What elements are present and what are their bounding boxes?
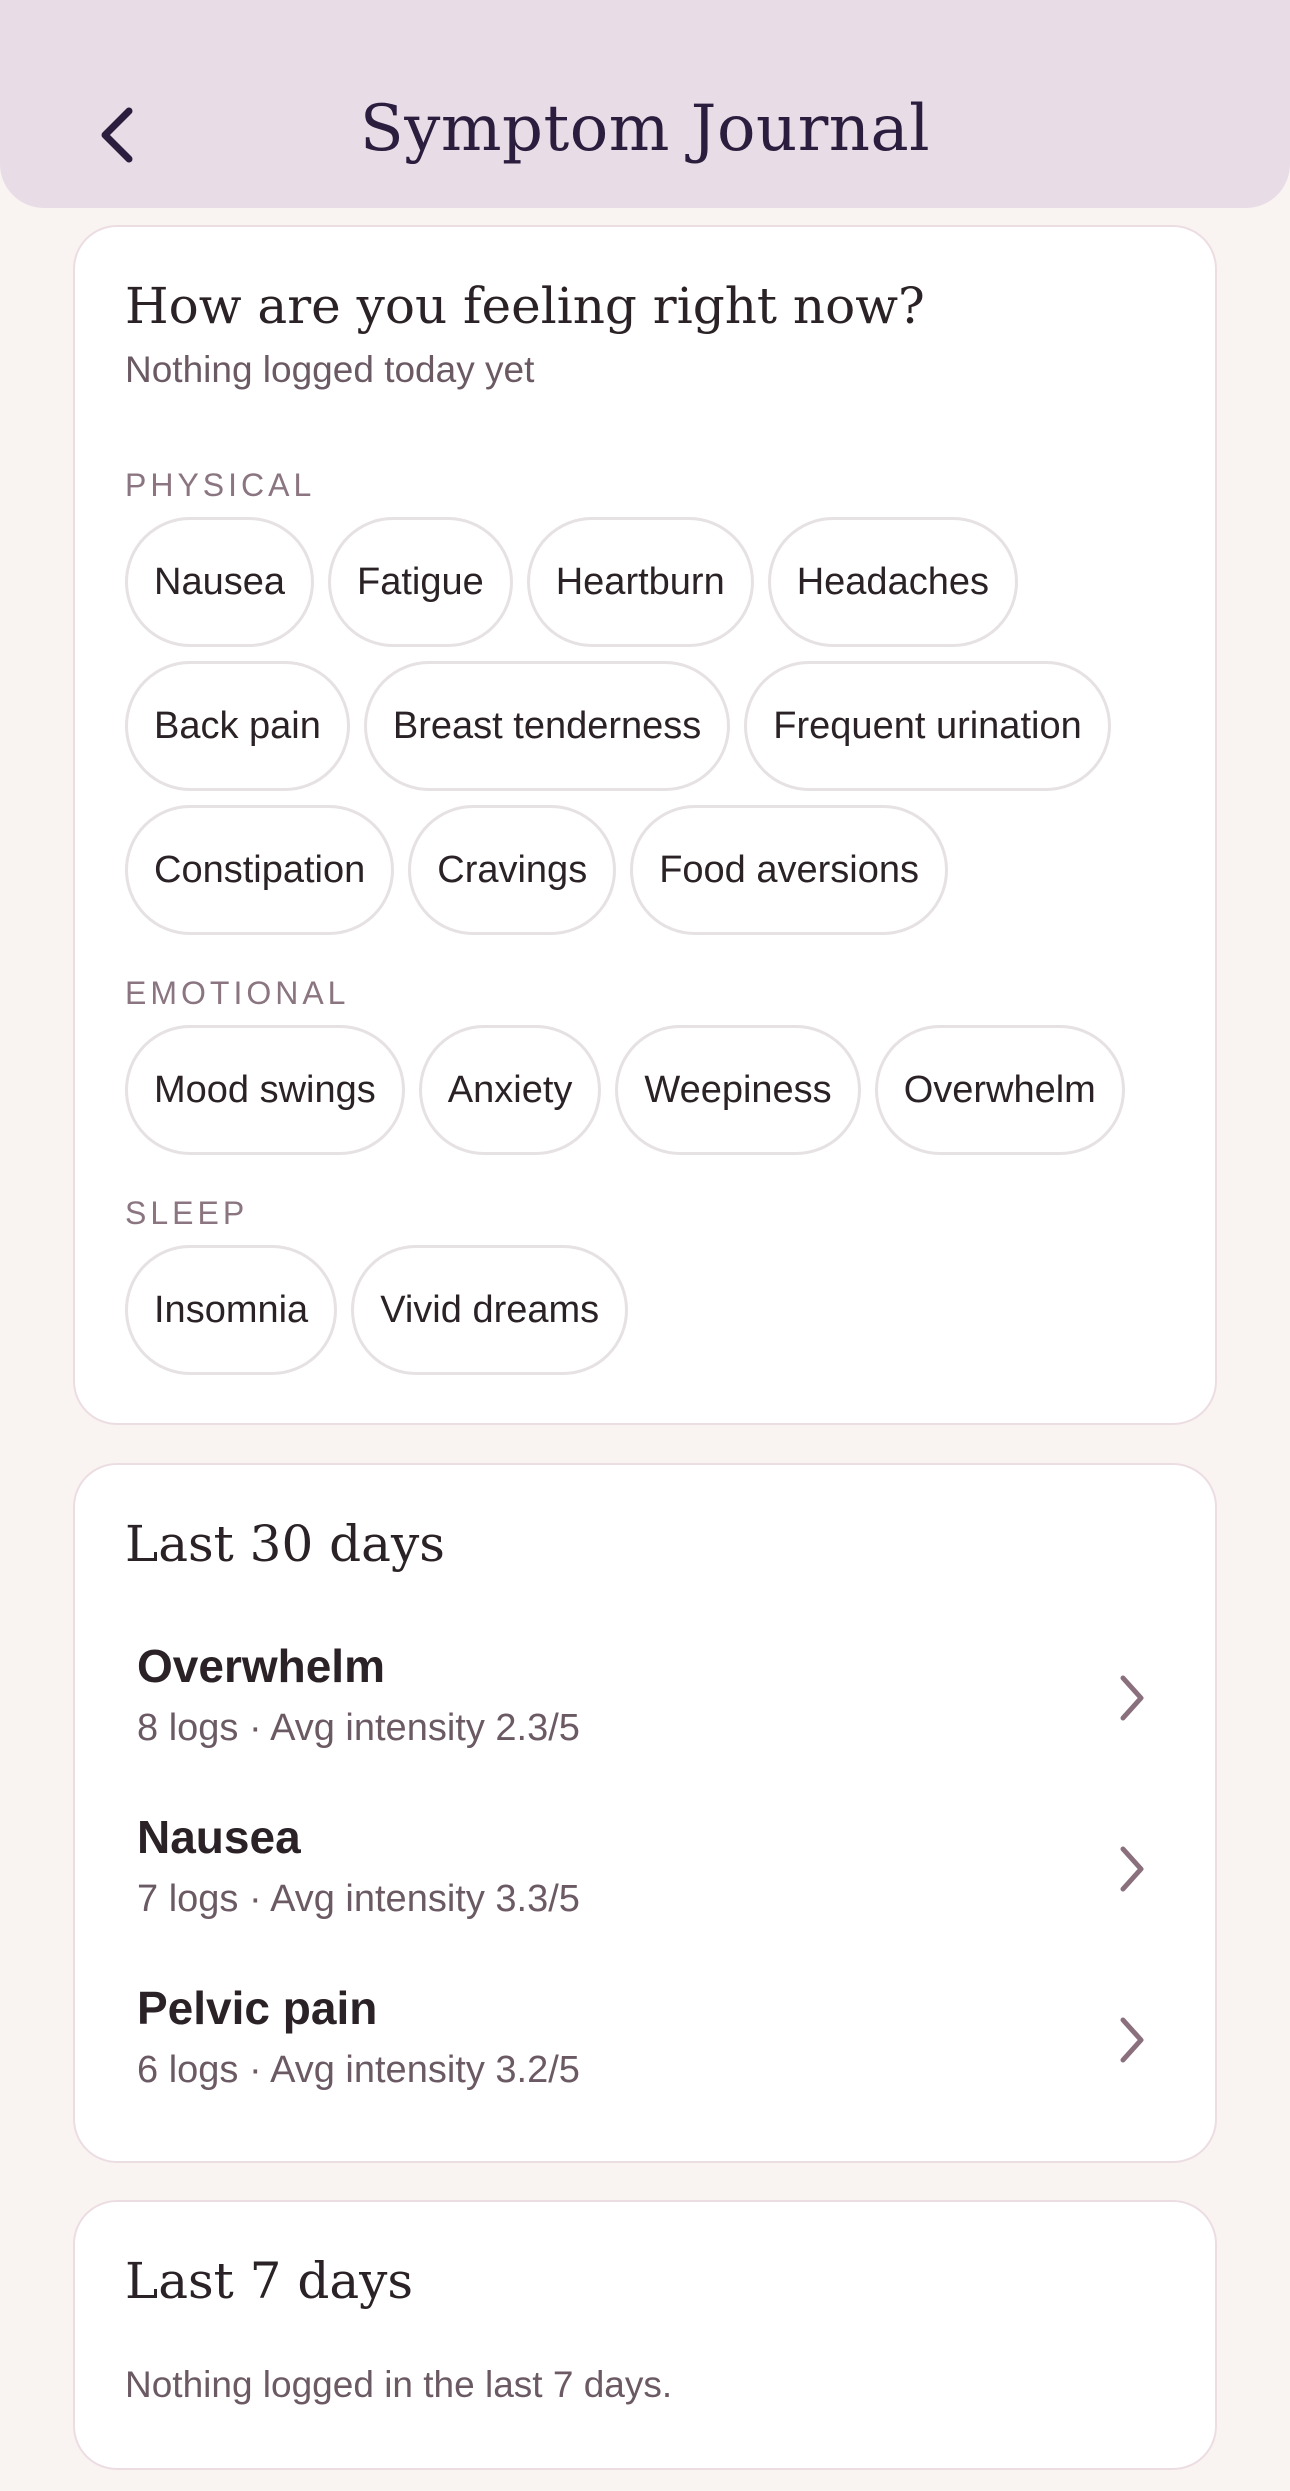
last-30-days-card: Last 30 days Overwhelm 8 logs · Avg inte…	[73, 1463, 1217, 2163]
section-label-sleep: SLEEP	[125, 1195, 249, 1231]
symptom-chip[interactable]: Frequent urination	[744, 661, 1111, 791]
symptom-chip[interactable]: Overwhelm	[874, 1025, 1125, 1155]
symptom-chip[interactable]: Nausea	[125, 517, 314, 647]
symptom-name: Pelvic pain	[137, 1982, 378, 2034]
symptom-chip[interactable]: Anxiety	[418, 1025, 602, 1155]
symptom-chip[interactable]: Cravings	[408, 805, 617, 935]
chip-row: Mood swings Anxiety Weepiness Overwhelm	[125, 1025, 1125, 1155]
chevron-right-icon	[1107, 1834, 1157, 1904]
last-30-days-title: Last 30 days	[125, 1515, 445, 1573]
chip-row: Insomnia Vivid dreams	[125, 1245, 629, 1375]
symptom-stats: 8 logs · Avg intensity 2.3/5	[137, 1707, 580, 1749]
symptom-chip[interactable]: Heartburn	[526, 517, 754, 647]
last-7-days-card: Last 7 days Nothing logged in the last 7…	[73, 2200, 1217, 2470]
chip-row: Nausea Fatigue Heartburn Headaches	[125, 517, 1018, 647]
page-title: Symptom Journal	[359, 92, 931, 166]
section-label-physical: PHYSICAL	[125, 467, 316, 503]
symptom-chip[interactable]: Vivid dreams	[351, 1245, 629, 1375]
section-label-emotional: EMOTIONAL	[125, 975, 350, 1011]
symptom-chip[interactable]: Mood swings	[125, 1025, 405, 1155]
symptom-summary-row[interactable]: Pelvic pain 6 logs · Avg intensity 3.2/5	[137, 1967, 1157, 2127]
symptom-name: Nausea	[137, 1811, 301, 1863]
symptom-chip[interactable]: Food aversions	[630, 805, 949, 935]
symptom-stats: 6 logs · Avg intensity 3.2/5	[137, 2049, 580, 2091]
symptom-summary-row[interactable]: Overwhelm 8 logs · Avg intensity 2.3/5	[137, 1625, 1157, 1785]
symptom-chip[interactable]: Weepiness	[615, 1025, 861, 1155]
last-7-days-empty-text: Nothing logged in the last 7 days.	[125, 2364, 673, 2405]
symptom-name: Overwhelm	[137, 1640, 385, 1692]
feeling-card-title: How are you feeling right now?	[125, 277, 925, 335]
symptom-chip[interactable]: Constipation	[125, 805, 395, 935]
symptom-summary-row[interactable]: Nausea 7 logs · Avg intensity 3.3/5	[137, 1796, 1157, 1956]
symptom-chip[interactable]: Fatigue	[327, 517, 513, 647]
feeling-card-subtitle: Nothing logged today yet	[125, 349, 535, 390]
symptom-chip[interactable]: Insomnia	[125, 1245, 338, 1375]
app-header: Symptom Journal	[0, 0, 1290, 208]
last-7-days-title: Last 7 days	[125, 2252, 414, 2310]
symptom-stats: 7 logs · Avg intensity 3.3/5	[137, 1878, 580, 1920]
chevron-right-icon	[1107, 2005, 1157, 2075]
symptom-chip[interactable]: Breast tenderness	[363, 661, 731, 791]
feeling-card: How are you feeling right now? Nothing l…	[73, 225, 1217, 1425]
symptom-chip[interactable]: Back pain	[125, 661, 350, 791]
chip-row: Constipation Cravings Food aversions	[125, 805, 949, 935]
chevron-right-icon	[1107, 1663, 1157, 1733]
symptom-chip[interactable]: Headaches	[767, 517, 1018, 647]
chip-row: Back pain Breast tenderness Frequent uri…	[125, 661, 1111, 791]
